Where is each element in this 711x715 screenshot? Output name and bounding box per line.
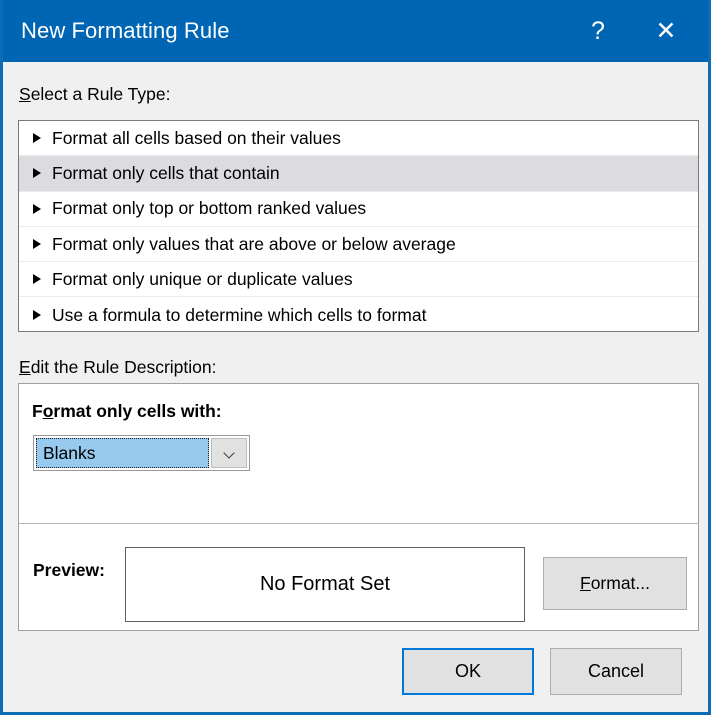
arrow-right-icon	[33, 133, 41, 144]
arrow-right-icon	[33, 203, 41, 214]
rule-type-item-5[interactable]: Use a formula to determine which cells t…	[19, 297, 698, 331]
rule-type-item-4[interactable]: Format only unique or duplicate values	[19, 262, 698, 298]
rule-description-label-text: dit the Rule Description:	[30, 357, 217, 377]
cancel-button[interactable]: Cancel	[550, 648, 682, 695]
heading-post: rmat only cells with:	[53, 401, 222, 421]
condition-type-value[interactable]: Blanks	[36, 438, 209, 468]
preview-value: No Format Set	[259, 573, 391, 595]
ok-button[interactable]: OK	[402, 648, 534, 695]
rule-type-item-label: Format only values that are above or bel…	[52, 233, 456, 254]
help-icon[interactable]: ?	[575, 0, 621, 62]
condition-type-combobox[interactable]: Blanks	[33, 435, 250, 471]
heading-accelerator: o	[42, 401, 54, 421]
rule-type-item-2[interactable]: Format only top or bottom ranked values	[19, 192, 698, 227]
format-button[interactable]: Format...	[543, 557, 687, 610]
format-button-label: ormat...	[590, 573, 651, 593]
new-formatting-rule-dialog: New Formatting Rule ? ✕ Select a Rule Ty…	[0, 0, 711, 715]
arrow-right-icon	[33, 310, 41, 321]
condition-type-dropdown-button[interactable]	[211, 438, 247, 468]
preview-box: No Format Set	[125, 547, 525, 622]
arrow-right-icon	[33, 239, 41, 250]
title-bar: New Formatting Rule ? ✕	[3, 0, 708, 62]
arrow-right-icon	[33, 274, 41, 285]
rule-type-item-3[interactable]: Format only values that are above or bel…	[19, 227, 698, 263]
rule-type-item-label: Use a formula to determine which cells t…	[52, 304, 427, 325]
rule-description-panel: Format only cells with: Blanks Preview: …	[18, 383, 699, 631]
rule-type-label-accelerator: S	[19, 84, 31, 104]
format-only-cells-with-heading: Format only cells with:	[32, 401, 222, 422]
panel-divider	[19, 523, 698, 524]
rule-type-item-label: Format only top or bottom ranked values	[52, 198, 367, 219]
rule-type-item-label: Format only cells that contain	[52, 162, 280, 183]
close-icon[interactable]: ✕	[643, 0, 689, 62]
format-button-accelerator: F	[579, 573, 591, 593]
rule-type-listbox[interactable]: Format all cells based on their values F…	[18, 120, 699, 332]
rule-type-label: Select a Rule Type:	[19, 84, 170, 105]
title-bar-buttons: ? ✕	[575, 0, 708, 62]
rule-type-label-text: elect a Rule Type:	[30, 84, 171, 104]
window-title: New Formatting Rule	[21, 18, 230, 43]
rule-type-item-label: Format only unique or duplicate values	[52, 268, 353, 289]
preview-label: Preview:	[33, 560, 105, 580]
rule-description-label: Edit the Rule Description:	[19, 357, 216, 378]
heading-pre: F	[32, 401, 43, 421]
rule-type-item-0[interactable]: Format all cells based on their values	[19, 121, 698, 157]
rule-type-item-label: Format all cells based on their values	[52, 127, 341, 148]
rule-type-item-1[interactable]: Format only cells that contain	[19, 156, 698, 192]
rule-description-label-accelerator: E	[19, 357, 31, 377]
chevron-down-icon	[224, 448, 235, 459]
arrow-right-icon	[33, 168, 41, 179]
